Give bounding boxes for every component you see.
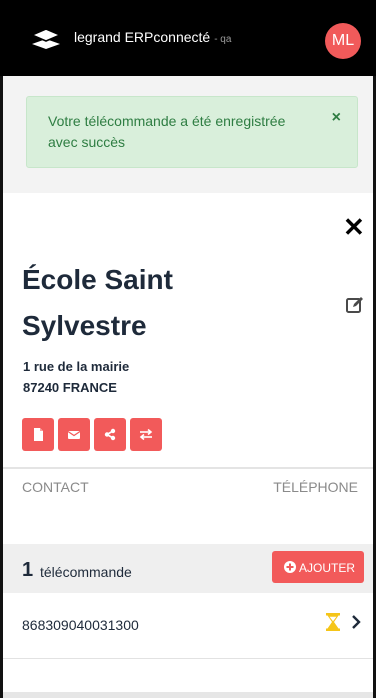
edit-icon[interactable] — [346, 296, 364, 314]
transfer-button[interactable] — [130, 418, 162, 451]
top-bar: legrand ERPconnecté - qa ML — [0, 0, 376, 76]
document-button[interactable] — [22, 418, 54, 451]
address-line-1: 1 rue de la mairie — [23, 359, 130, 374]
file-icon — [34, 428, 43, 441]
env-label: - qa — [214, 34, 232, 45]
school-name: École Saint Sylvestre — [22, 264, 173, 341]
success-alert: Votre télécommande a été enregistrée ave… — [26, 96, 358, 168]
divider — [3, 467, 373, 469]
bottom-band — [3, 692, 373, 698]
app-brand[interactable]: legrand ERPconnecté - qa — [74, 29, 231, 45]
remote-list-item[interactable]: 868309040031300 — [3, 593, 373, 659]
brand-name: legrand ERPconnecté — [74, 29, 211, 45]
add-remote-button[interactable]: AJOUTER — [272, 551, 364, 583]
stacked-layers-icon[interactable] — [30, 27, 62, 51]
divider — [3, 658, 373, 659]
phone-column-header: TÉLÉPHONE — [273, 479, 358, 495]
address-line-2: 87240 FRANCE — [23, 380, 117, 395]
mail-icon — [67, 431, 81, 439]
remote-id: 868309040031300 — [22, 617, 139, 633]
contact-column-header: CONTACT — [22, 479, 89, 495]
email-button[interactable] — [58, 418, 90, 451]
remote-count: 1 — [22, 559, 34, 581]
hourglass-icon — [326, 613, 340, 631]
share-icon — [104, 428, 116, 441]
share-button[interactable] — [94, 418, 126, 451]
close-panel-button[interactable]: ✕ — [343, 214, 365, 240]
transfer-icon — [139, 428, 153, 441]
add-button-label: AJOUTER — [299, 561, 356, 575]
avatar[interactable]: ML — [325, 23, 361, 59]
chevron-right-icon[interactable] — [351, 614, 361, 630]
remote-label: télécommande — [40, 564, 132, 580]
alert-close-button[interactable]: × — [332, 109, 341, 127]
plus-circle-icon — [284, 561, 296, 573]
alert-message: Votre télécommande a été enregistrée ave… — [48, 113, 286, 150]
